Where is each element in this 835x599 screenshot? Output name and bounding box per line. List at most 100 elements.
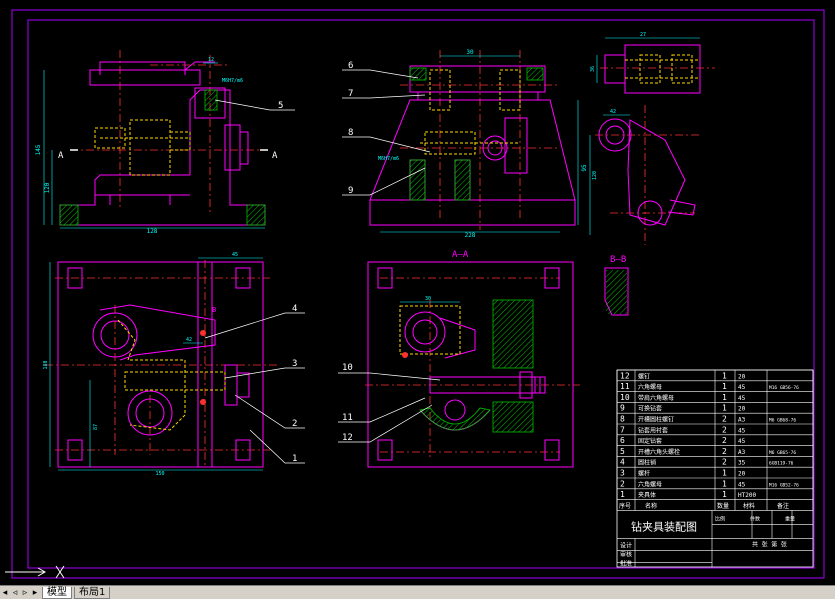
bom-row-qty: 1	[722, 479, 727, 488]
bom-row-name: 开槽圆柱螺钉	[638, 416, 674, 424]
callout-10: 10	[342, 363, 353, 373]
cad-drawing-canvas[interactable]: 128 145 120 12 M6H7/m6 A A 5 30 228 95 M…	[0, 0, 835, 585]
bom-row-material: A3	[738, 449, 746, 456]
callout-8: 8	[348, 128, 353, 138]
bom-row-note: M16 GB52-76	[769, 482, 799, 488]
bom-row-no: 7	[620, 425, 625, 434]
dim-side-width: 30	[466, 49, 474, 56]
bom-row-name: 带肩六角螺母	[638, 394, 674, 402]
dim-top-side: 87	[93, 424, 99, 430]
bom-row-no: 12	[620, 371, 630, 380]
dim-front-width: 128	[147, 228, 158, 235]
bom-row-name: 开槽六角头螺栓	[638, 448, 680, 456]
bom-row-qty: 2	[722, 436, 727, 445]
bom-row-qty: 1	[722, 404, 727, 413]
bom-row-no: 1	[620, 490, 625, 499]
title-side-label: 设计	[620, 541, 632, 549]
bom-row-name: 螺钉	[638, 372, 650, 380]
bom-row-no: 11	[620, 382, 630, 391]
bom-row-qty: 1	[722, 382, 727, 391]
callout-12: 12	[342, 433, 353, 443]
title-footer: 共 张 第 张	[752, 540, 787, 548]
bom-row-qty: 1	[722, 469, 727, 478]
bom-row-name: 可换钻套	[638, 405, 662, 413]
title-mid-label: 重量	[785, 515, 795, 522]
tab-layout1[interactable]: 布局1	[74, 586, 111, 599]
bom-row-note: 6GB119-76	[769, 461, 794, 467]
bom-row-qty: 2	[722, 447, 727, 456]
bom-row-qty: 1	[722, 371, 727, 380]
bom-header-cell: 备注	[777, 502, 789, 510]
bom-row-material: 45	[738, 427, 746, 434]
bom-row-name: 螺杆	[638, 470, 650, 478]
bom-row-qty: 2	[722, 458, 727, 467]
section-mark-left: A	[58, 151, 64, 161]
bom-row-material: HT200	[738, 492, 756, 499]
bom-row-no: 2	[620, 479, 625, 488]
bom-row-no: 3	[620, 469, 625, 478]
dim-detail-height: 36	[590, 66, 596, 72]
callout-7: 7	[348, 89, 353, 99]
bom-row-no: 9	[620, 404, 625, 413]
dim-top-height: 180	[43, 360, 49, 369]
bom-row-note: M16 GB56-76	[769, 385, 799, 391]
bom-row-name: 圆柱销	[638, 459, 656, 467]
title-mid-label: 件数	[750, 515, 760, 522]
bom-row-name: 夹具体	[638, 491, 656, 499]
bom-header-cell: 序号	[619, 502, 631, 510]
drawing-title: 钻夹具装配图	[631, 519, 697, 533]
dim-front-small: 12	[208, 57, 214, 63]
title-side-label: 批准	[620, 559, 632, 567]
callout-9: 9	[348, 186, 353, 196]
bom-row-material: 45	[738, 438, 746, 445]
section-mark-right: A	[272, 151, 278, 161]
bom-row-material: 35	[738, 460, 746, 467]
section-a-label: A—A	[452, 250, 469, 260]
callout-3: 3	[292, 359, 297, 369]
bom-row-no: 6	[620, 436, 625, 445]
dim-front-height-inner: 120	[44, 182, 51, 193]
bom-row-note: M6 GB65-76	[769, 450, 796, 456]
title-side-label: 审核	[620, 550, 632, 558]
tab-prev-icon[interactable]: ◃	[10, 588, 20, 598]
bom-row-material: 20	[738, 406, 746, 413]
tab-next-icon[interactable]: ▹	[20, 588, 30, 598]
dim-top-small2: 42	[186, 337, 192, 343]
callout-6: 6	[348, 61, 353, 71]
tab-first-icon[interactable]: ◂	[0, 588, 10, 598]
bom-row-material: 45	[738, 384, 746, 391]
dim-front-fit: M6H7/m6	[222, 78, 243, 84]
layout-tab-bar: ◂ ◃ ▹ ▸ 模型 布局1	[0, 585, 835, 599]
bom-row-material: A3	[738, 417, 746, 424]
dim-top-width: 150	[155, 471, 164, 477]
dim-side-height: 95	[581, 164, 588, 172]
dim-side-fit: M6H7/m6	[378, 156, 399, 162]
bom-row-name: 钻套用衬套	[638, 426, 668, 434]
bom-row-no: 8	[620, 415, 625, 424]
bom-row-qty: 2	[722, 425, 727, 434]
section-b-label: B—B	[610, 255, 626, 265]
callout-4: 4	[292, 304, 297, 314]
tab-model[interactable]: 模型	[42, 586, 72, 599]
callout-1: 1	[292, 454, 297, 464]
bom-row-material: 45	[738, 395, 746, 402]
bom-header-cell: 数量	[717, 502, 729, 510]
view-b-mark: B	[212, 306, 216, 314]
dim-detail-width: 27	[640, 32, 646, 38]
callout-2: 2	[292, 419, 297, 429]
dim-section-small: 30	[425, 296, 431, 302]
bom-header-cell: 名称	[645, 502, 657, 510]
dim-front-height-outer: 145	[35, 144, 42, 155]
dim-top-small: 45	[232, 252, 238, 258]
bom-row-material: 45	[738, 481, 746, 488]
bom-header-cell: 材料	[743, 502, 755, 510]
bom-row-note: M6 GB68-76	[769, 418, 796, 424]
tab-last-icon[interactable]: ▸	[30, 588, 40, 598]
bom-row-name: 固定钻套	[638, 437, 662, 445]
dim-detail-small: 42	[610, 109, 616, 115]
bom-row-material: 20	[738, 471, 746, 478]
bom-row-name: 六角螺母	[638, 383, 662, 391]
bom-row-qty: 2	[722, 415, 727, 424]
bom-row-no: 4	[620, 458, 625, 467]
callout-11: 11	[342, 413, 353, 423]
